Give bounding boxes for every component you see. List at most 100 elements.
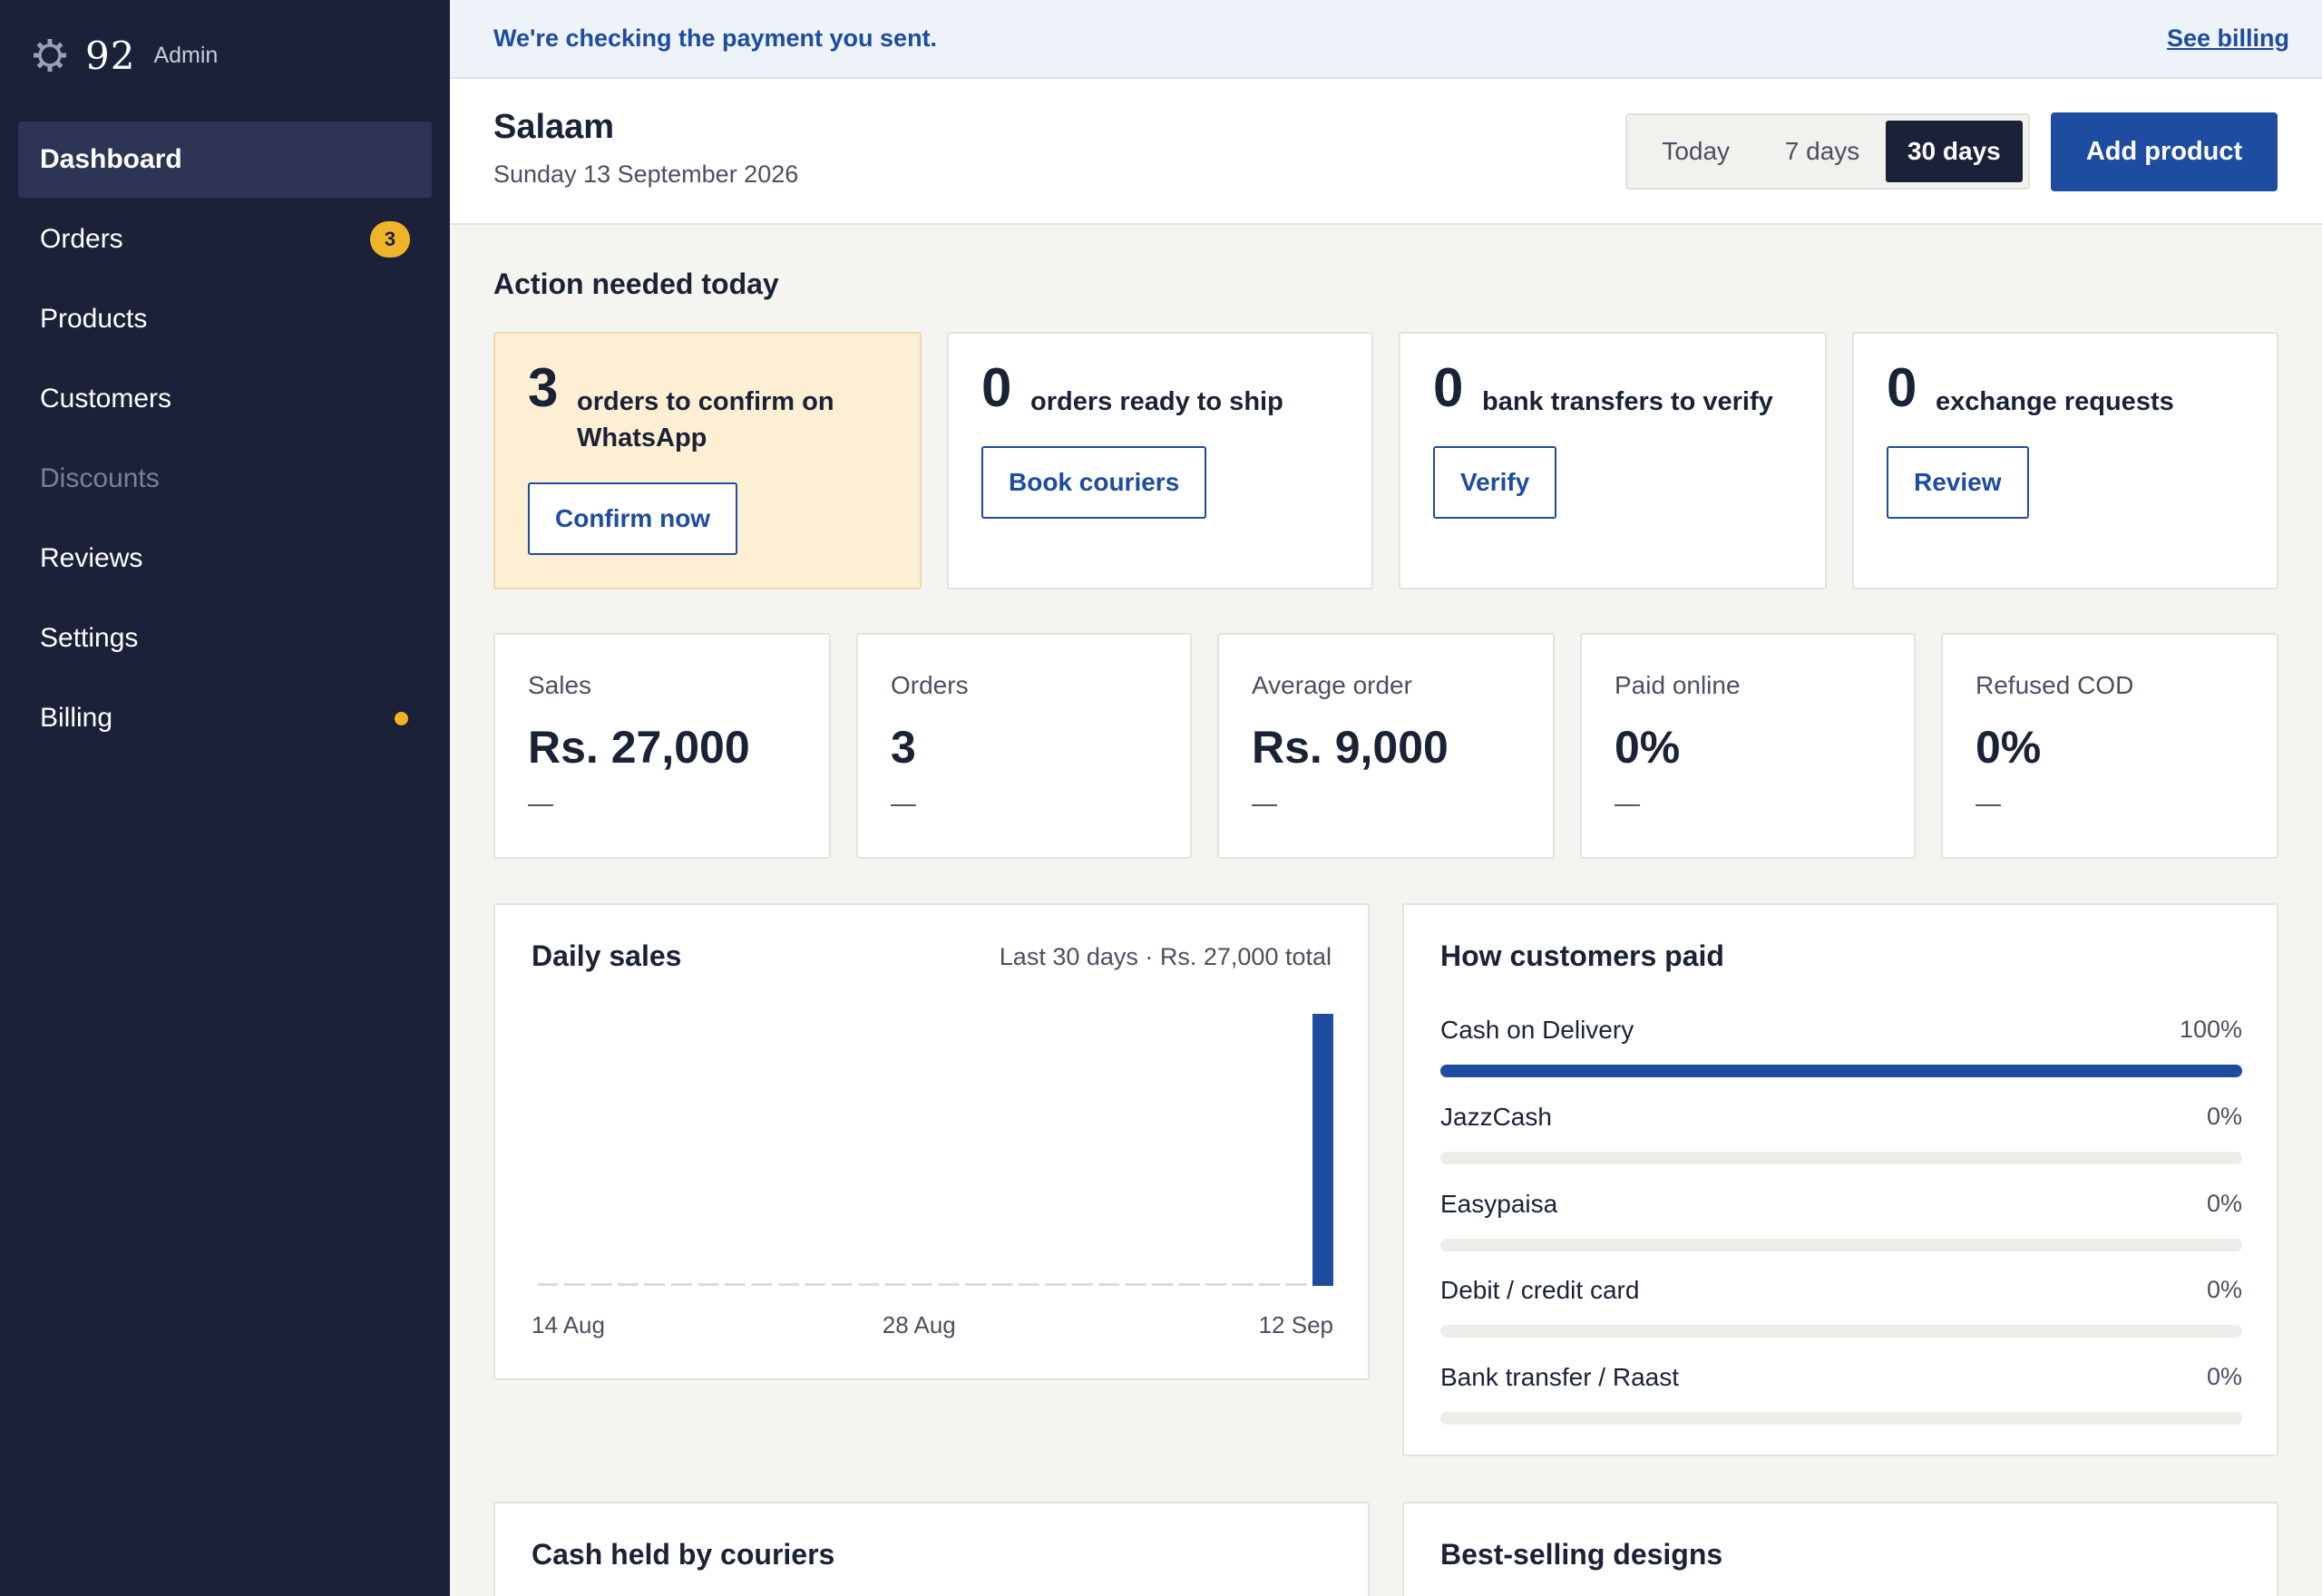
sales-bar-empty: [858, 1283, 880, 1286]
action-description: bank transfers to verify: [1482, 387, 1773, 416]
see-billing-link[interactable]: See billing: [2167, 24, 2289, 53]
x-tick-label: 12 Sep: [1259, 1311, 1333, 1338]
sales-bar-empty: [777, 1283, 799, 1286]
sidebar-item-dashboard[interactable]: Dashboard: [18, 122, 432, 198]
sidebar: 92 Admin Dashboard Orders 3 Products Cus…: [0, 0, 450, 1596]
x-tick-label: 28 Aug: [883, 1311, 956, 1338]
stat-value: Rs. 9,000: [1252, 722, 1449, 773]
sales-bar-empty: [1045, 1283, 1067, 1286]
sales-bar-empty: [1125, 1283, 1146, 1286]
current-date: Sunday 13 September 2026: [493, 161, 799, 188]
daily-sales-panel: Daily sales Last 30 days · Rs. 27,000 to…: [493, 903, 1370, 1380]
sales-bar-empty: [1285, 1283, 1307, 1286]
sales-bar-empty: [1178, 1283, 1200, 1286]
sales-bar-empty: [964, 1283, 986, 1286]
sidebar-item-label: Customers: [40, 384, 172, 414]
payment-method-percent: 0%: [2206, 1276, 2242, 1303]
payment-method-name: Debit / credit card: [1440, 1276, 1640, 1304]
sidebar-item-settings[interactable]: Settings: [18, 600, 432, 676]
action-count: 0: [1433, 357, 1464, 418]
sidebar-item-label: Discounts: [40, 463, 160, 493]
stat-label: Paid online: [1615, 671, 1741, 699]
sales-bar-empty: [1098, 1283, 1120, 1286]
cash-held-panel: Cash held by couriers: [493, 1502, 1370, 1596]
range-30-days-button[interactable]: 30 days: [1885, 121, 2024, 182]
stat-delta: —: [1615, 789, 1640, 817]
action-card-bank-transfers: 0 bank transfers to verify Verify: [1399, 332, 1827, 589]
sidebar-item-discounts: Discounts: [18, 441, 432, 517]
daily-sales-summary: Last 30 days · Rs. 27,000 total: [999, 943, 1332, 970]
page-title: Salaam: [493, 108, 615, 146]
notice-message: We're checking the payment you sent.: [493, 24, 938, 52]
sidebar-item-label: Billing: [40, 703, 113, 733]
sidebar-nav: Dashboard Orders 3 Products Customers Di…: [18, 122, 432, 760]
sales-bar-empty: [1071, 1283, 1093, 1286]
sales-bar-empty: [1205, 1283, 1227, 1286]
payment-methods-panel: How customers paid Cash on Delivery 100%…: [1402, 903, 2278, 1456]
sidebar-item-label: Products: [40, 304, 148, 334]
brand[interactable]: 92 Admin: [31, 33, 218, 78]
cash-held-title: Cash held by couriers: [532, 1538, 835, 1571]
add-product-button[interactable]: Add product: [2051, 112, 2278, 191]
stat-value: 0%: [1615, 722, 1681, 773]
sales-bar-empty: [805, 1283, 826, 1286]
stat-card-orders: Orders 3 —: [856, 633, 1192, 859]
stat-label: Average order: [1252, 671, 1412, 699]
stat-value: 3: [891, 722, 916, 773]
payment-bar-track: [1440, 1239, 2242, 1251]
range-7-days-button[interactable]: 7 days: [1759, 121, 1885, 182]
verify-button[interactable]: Verify: [1433, 446, 1557, 519]
sales-bar-empty: [991, 1283, 1013, 1286]
admin-label: Admin: [153, 42, 219, 68]
payment-method-percent: 100%: [2179, 1016, 2242, 1043]
payment-method-percent: 0%: [2206, 1103, 2242, 1130]
sales-bar-empty: [884, 1283, 906, 1286]
sidebar-item-orders[interactable]: Orders 3: [18, 201, 432, 277]
action-card-ready-to-ship: 0 orders ready to ship Book couriers: [947, 332, 1373, 589]
date-range-toggle: Today 7 days 30 days: [1625, 113, 2030, 190]
payment-method-name: Easypaisa: [1440, 1190, 1558, 1218]
stat-delta: —: [891, 789, 916, 817]
daily-sales-title: Daily sales: [532, 939, 682, 972]
stat-card-refused-cod: Refused COD 0% —: [1941, 633, 2278, 859]
page-header: Salaam Sunday 13 September 2026 Today 7 …: [450, 79, 2322, 225]
range-today-button[interactable]: Today: [1633, 121, 1759, 182]
sales-bar-empty: [617, 1283, 639, 1286]
stat-label: Orders: [891, 671, 969, 699]
sidebar-item-products[interactable]: Products: [18, 281, 432, 357]
sidebar-item-label: Orders: [40, 224, 123, 254]
billing-alert-dot: [395, 712, 408, 725]
sidebar-item-label: Settings: [40, 623, 139, 653]
payment-method-percent: 0%: [2206, 1363, 2242, 1390]
sales-bar-empty: [1232, 1283, 1254, 1286]
action-count: 3: [528, 357, 559, 418]
payment-method-percent: 0%: [2206, 1190, 2242, 1217]
payment-bar-track: [1440, 1412, 2242, 1425]
payment-method-name: Cash on Delivery: [1440, 1016, 1634, 1044]
sidebar-item-reviews[interactable]: Reviews: [18, 521, 432, 597]
sidebar-item-customers[interactable]: Customers: [18, 361, 432, 437]
sidebar-item-label: Dashboard: [40, 144, 182, 174]
sales-bar-empty: [751, 1283, 773, 1286]
action-description: exchange requests: [1936, 387, 2174, 416]
payment-method-name: JazzCash: [1440, 1103, 1552, 1131]
gear-logo-icon: [31, 36, 69, 74]
sales-bar-empty: [590, 1283, 612, 1286]
confirm-now-button[interactable]: Confirm now: [528, 482, 738, 555]
action-card-confirm-orders: 3 orders to confirm on WhatsApp Confirm …: [493, 332, 922, 589]
daily-sales-chart: 14 Aug 28 Aug 12 Sep: [532, 1014, 1333, 1338]
action-description: orders ready to ship: [1030, 387, 1283, 416]
stat-value: Rs. 27,000: [528, 722, 750, 773]
book-couriers-button[interactable]: Book couriers: [981, 446, 1207, 519]
review-button[interactable]: Review: [1887, 446, 2029, 519]
action-card-exchange-requests: 0 exchange requests Review: [1852, 332, 2278, 589]
payment-bar-track: [1440, 1325, 2242, 1338]
stat-value: 0%: [1976, 722, 2042, 773]
best-selling-panel: Best-selling designs: [1402, 1502, 2278, 1596]
best-selling-title: Best-selling designs: [1440, 1538, 1723, 1571]
payment-bar-track: [1440, 1152, 2242, 1164]
sidebar-item-billing[interactable]: Billing: [18, 680, 432, 756]
payment-bar-fill: [1440, 1065, 2242, 1077]
payment-methods-title: How customers paid: [1440, 939, 1724, 972]
sales-bar-empty: [644, 1283, 666, 1286]
